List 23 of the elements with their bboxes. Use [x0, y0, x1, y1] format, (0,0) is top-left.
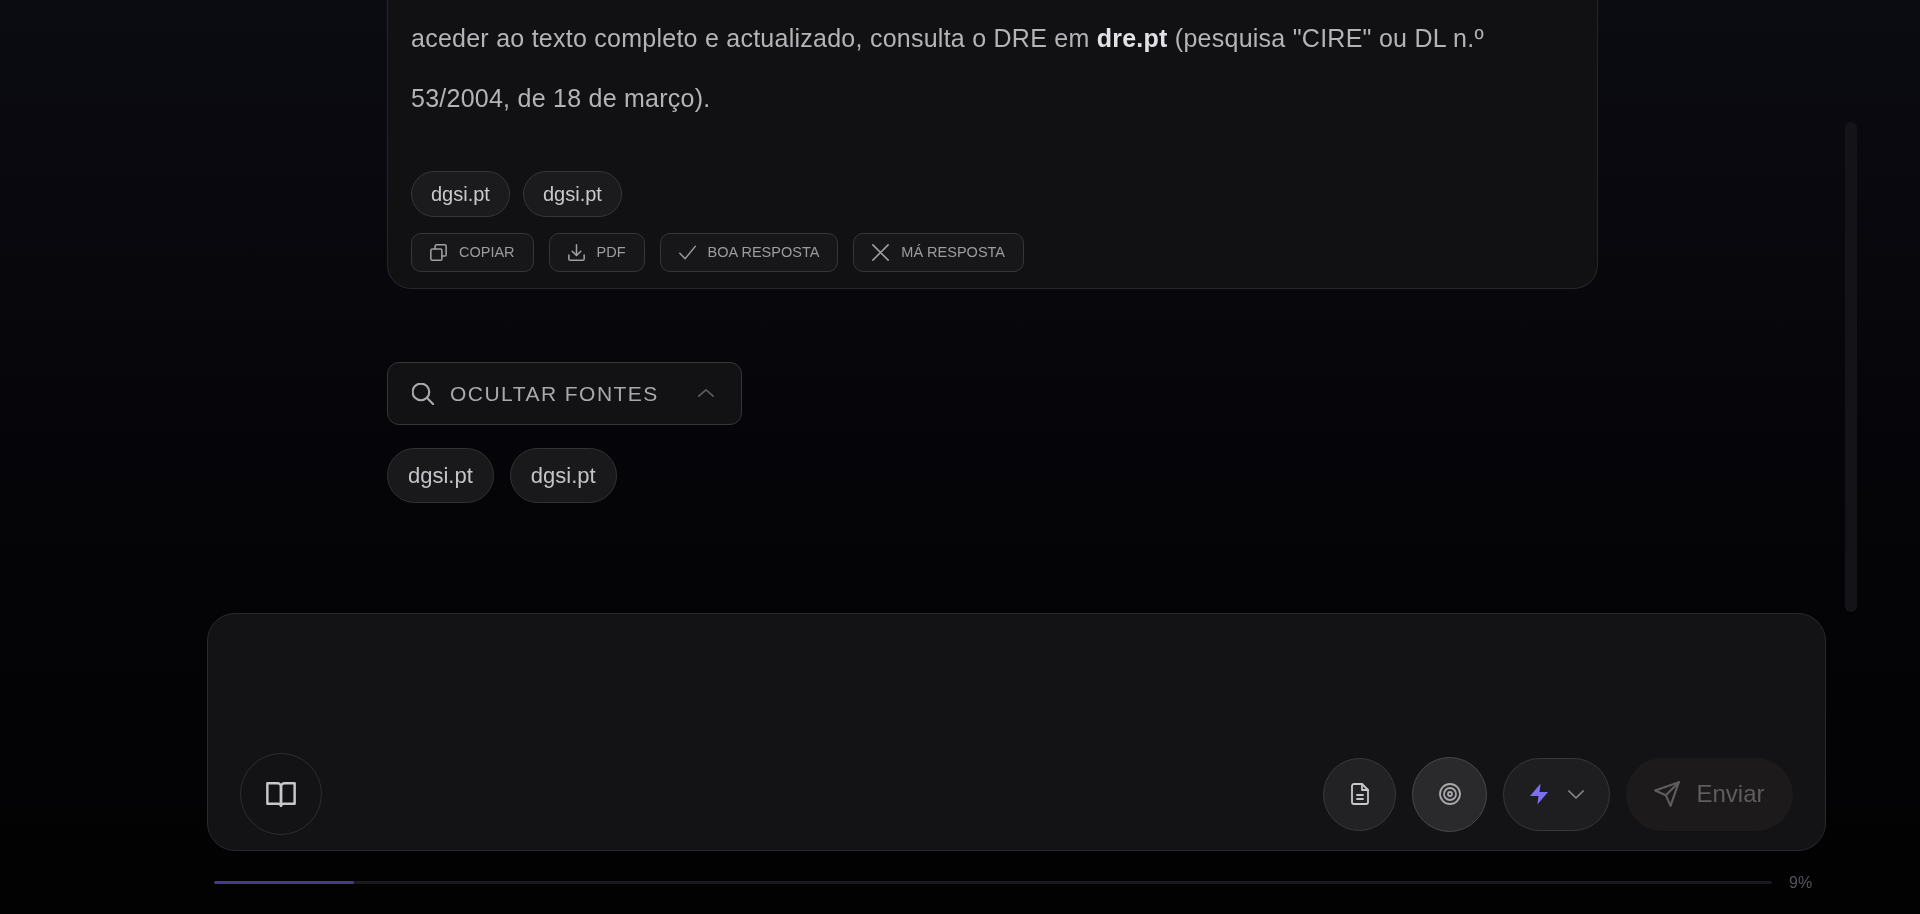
sources-toggle-button[interactable]: OCULTAR FONTES [387, 362, 742, 425]
download-icon [567, 244, 585, 261]
search-icon [412, 382, 434, 405]
source-chip[interactable]: dgsi.pt [411, 171, 510, 217]
copy-icon [430, 244, 447, 261]
action-button[interactable]: MÁ RESPOSTA [853, 233, 1024, 272]
source-chip[interactable]: dgsi.pt [387, 448, 494, 503]
action-button[interactable]: BOA RESPOSTA [659, 233, 839, 272]
progress-reading: 9% [1789, 872, 1813, 893]
send-icon [1654, 781, 1681, 807]
chevron-up-icon [696, 389, 715, 398]
open-book-icon [266, 780, 296, 808]
check-icon [678, 244, 696, 261]
source-chip[interactable]: dgsi.pt [522, 171, 622, 217]
action-button[interactable]: COPIAR [411, 233, 534, 272]
lightning-icon [1529, 782, 1548, 806]
close-icon [872, 244, 890, 261]
answer-paragraph: aceder ao texto completo e actualizado, consulta o DRE em dre.pt (pesquisa "CIRE" ou DL n.º 53/2004, de 18 de março). [411, 23, 1485, 114]
action-button[interactable]: PDF [548, 233, 645, 272]
chevron-down-icon [1567, 789, 1584, 799]
target-icon [1438, 783, 1461, 805]
source-chip[interactable]: dgsi.pt [509, 448, 617, 503]
document-icon [1350, 783, 1369, 805]
